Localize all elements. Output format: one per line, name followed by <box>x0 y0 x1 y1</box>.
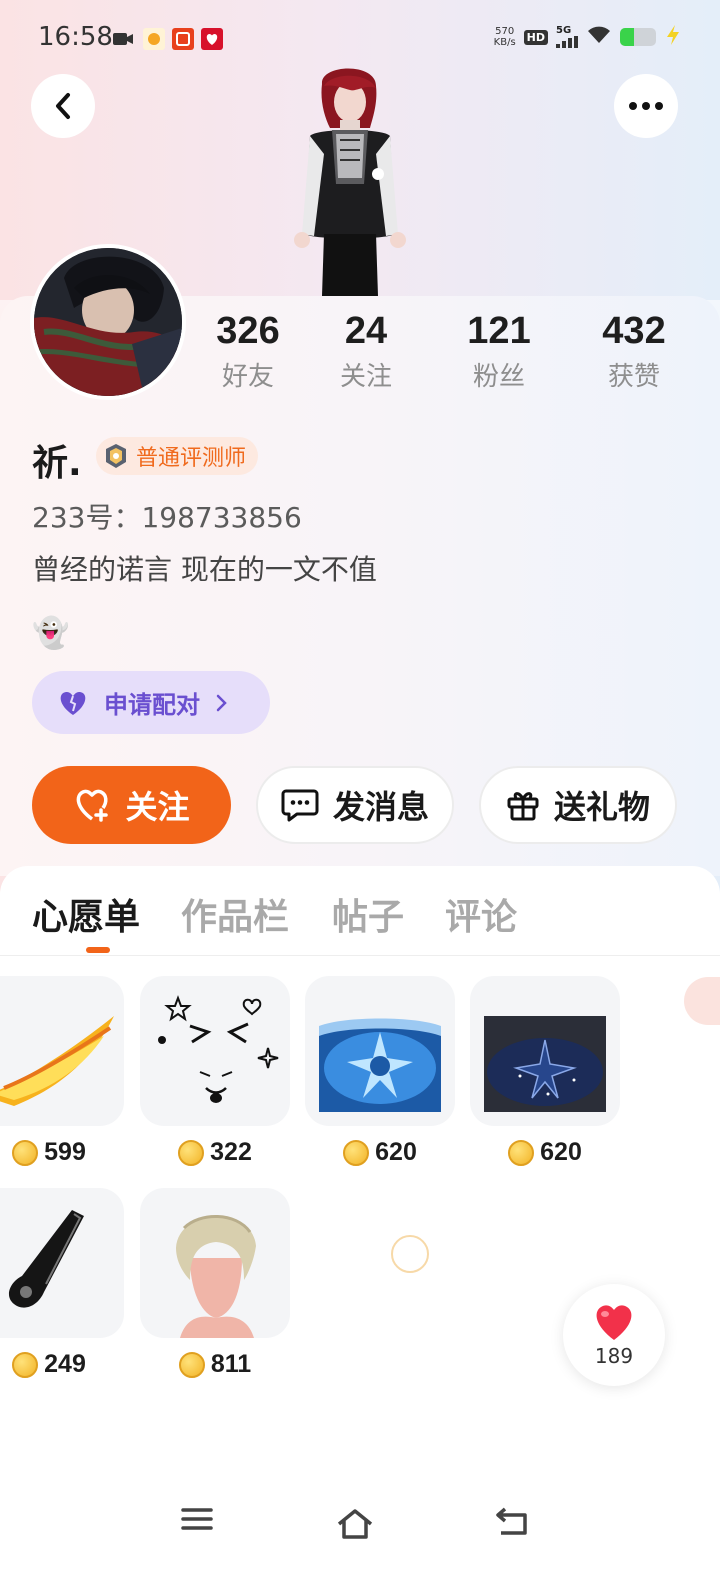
chevron-left-icon <box>56 93 70 119</box>
status-indicators: 570 KB/s HD 5G <box>494 24 682 50</box>
wishlist-item[interactable]: 620 <box>470 976 620 1167</box>
app-notification-icon <box>143 28 165 50</box>
item-thumbnail <box>0 1188 124 1338</box>
status-time: 16:58 <box>38 22 113 52</box>
coin-icon <box>178 1139 205 1166</box>
stat-value: 432 <box>602 310 666 352</box>
price-value: 322 <box>210 1138 252 1166</box>
stat-value: 326 <box>216 310 280 352</box>
like-button[interactable]: 189 <box>563 1284 665 1386</box>
coin-icon <box>12 1139 39 1166</box>
item-thumbnail <box>470 976 620 1126</box>
price-value: 599 <box>44 1138 86 1166</box>
cell-signal-icon: 5G <box>556 26 578 48</box>
chat-bubble-icon <box>281 789 319 822</box>
menu-icon[interactable] <box>181 1506 213 1536</box>
more-button[interactable] <box>614 74 678 138</box>
charging-icon <box>664 24 682 50</box>
hd-badge: HD <box>523 29 548 45</box>
coin-icon <box>178 1351 205 1378</box>
item-price: 620 <box>305 1138 455 1167</box>
price-value: 811 <box>210 1350 252 1378</box>
send-gift-button[interactable]: 送礼物 <box>479 766 677 844</box>
item-thumbnail <box>140 976 290 1126</box>
app-notification-icon <box>201 28 223 50</box>
price-value: 620 <box>540 1138 582 1166</box>
like-count: 189 <box>594 1344 634 1368</box>
item-price: 249 <box>0 1350 124 1379</box>
badge-label: 普通评测师 <box>136 446 247 471</box>
battery-icon <box>620 28 656 46</box>
stat-friends[interactable]: 326 好友 <box>188 306 308 394</box>
wishlist-item[interactable]: 811 <box>140 1188 290 1379</box>
follow-button[interactable]: 关注 <box>32 766 231 844</box>
item-price: 620 <box>470 1138 620 1167</box>
apply-pairing-label: 申请配对 <box>104 691 200 719</box>
loading-spinner <box>391 1235 429 1273</box>
tab-divider <box>0 955 720 956</box>
stat-following[interactable]: 24 关注 <box>306 306 426 394</box>
back-nav-icon[interactable] <box>495 1506 529 1540</box>
user-name: 祈. <box>32 443 82 484</box>
network-speed-unit: KB/s <box>493 37 516 48</box>
3d-avatar-character[interactable] <box>280 64 420 296</box>
active-tab-indicator <box>86 947 110 953</box>
gift-icon <box>507 792 539 821</box>
stat-value: 121 <box>467 310 531 352</box>
app-notification-icon <box>172 28 194 50</box>
apply-pairing-button[interactable]: 申请配对 <box>32 671 270 734</box>
coin-icon <box>508 1139 535 1166</box>
stat-label: 关注 <box>339 362 392 392</box>
reviewer-badge[interactable]: 普通评测师 <box>96 437 259 475</box>
user-bio: 曾经的诺言 现在的一文不值 <box>32 553 377 586</box>
tab-wishlist[interactable]: 心愿单 <box>32 888 140 940</box>
user-id[interactable]: 233号：198733856 <box>32 496 302 536</box>
network-speed-value: 570 <box>495 26 515 37</box>
purple-heart-icon <box>60 691 86 715</box>
stat-likes[interactable]: 432 获赞 <box>574 306 694 394</box>
item-price: 811 <box>140 1350 290 1379</box>
item-thumbnail <box>305 976 455 1126</box>
chevron-right-icon <box>216 694 227 711</box>
network-speed: 570 KB/s <box>494 26 516 48</box>
home-icon[interactable] <box>336 1508 374 1544</box>
wishlist-item[interactable]: 322 <box>140 976 290 1167</box>
item-price: 322 <box>140 1138 290 1167</box>
wishlist-item[interactable]: 620 <box>305 976 455 1167</box>
tab-works[interactable]: 作品栏 <box>181 888 289 940</box>
reviewer-badge-icon <box>106 444 126 468</box>
item-thumbnail <box>140 1188 290 1338</box>
stat-value: 24 <box>344 310 388 352</box>
wishlist-item[interactable]: 249 <box>0 1188 124 1379</box>
stat-label: 粉丝 <box>472 362 525 392</box>
heart-icon <box>596 1305 632 1340</box>
stat-label: 获赞 <box>607 362 660 392</box>
send-message-label: 发消息 <box>332 788 429 826</box>
item-price: 599 <box>0 1138 124 1167</box>
heart-plus-icon <box>77 789 109 822</box>
price-value: 620 <box>375 1138 417 1166</box>
signal-type: 5G <box>556 25 572 36</box>
wifi-icon <box>586 25 612 49</box>
coin-icon <box>12 1351 39 1378</box>
more-dots-icon <box>629 102 663 110</box>
item-thumbnail <box>0 976 124 1126</box>
avatar[interactable] <box>30 244 186 400</box>
tab-comments[interactable]: 评论 <box>445 888 517 940</box>
price-value: 249 <box>44 1350 86 1378</box>
send-gift-label: 送礼物 <box>553 788 650 826</box>
wishlist-item[interactable]: 599 <box>0 976 124 1167</box>
stat-label: 好友 <box>221 362 274 392</box>
back-button[interactable] <box>31 74 95 138</box>
video-icon <box>112 28 134 50</box>
coin-icon <box>343 1139 370 1166</box>
follow-label: 关注 <box>125 788 190 826</box>
ghost-emoji: 👻 <box>32 616 70 651</box>
tab-posts[interactable]: 帖子 <box>332 888 404 940</box>
stat-followers[interactable]: 121 粉丝 <box>439 306 559 394</box>
send-message-button[interactable]: 发消息 <box>256 766 454 844</box>
system-navigation-bar <box>0 1486 720 1566</box>
